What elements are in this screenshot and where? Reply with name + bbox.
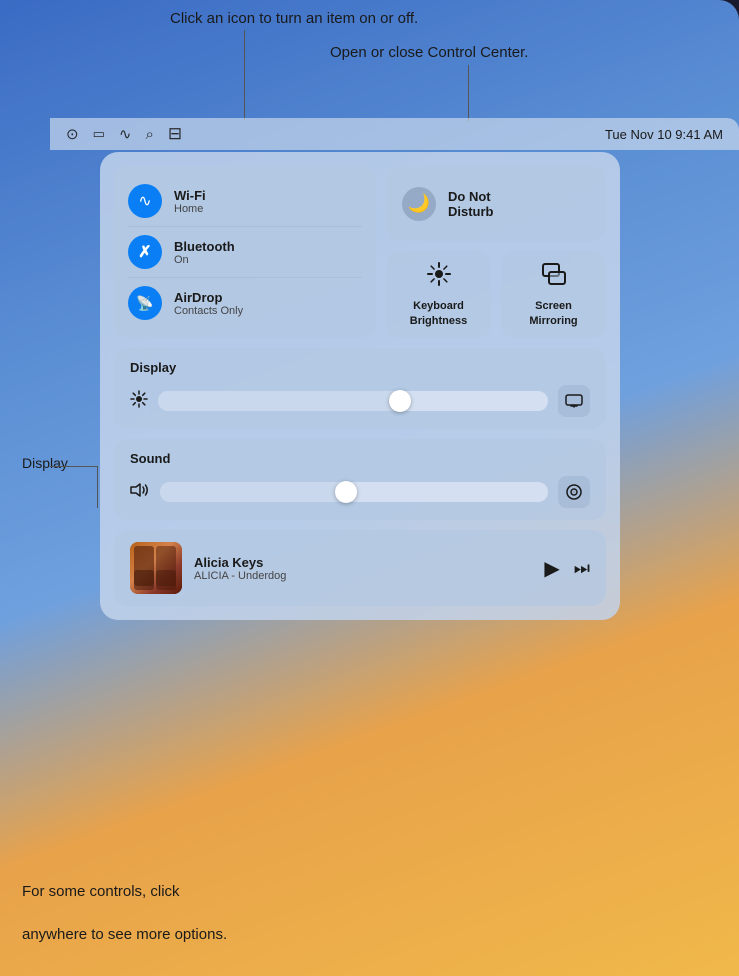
airdrop-subtitle: Contacts Only (174, 305, 243, 317)
right-toggles: 🌙 Do NotDisturb (386, 166, 606, 338)
display-title: Display (130, 360, 590, 375)
sound-slider-track[interactable] (160, 482, 548, 502)
screen-mirroring-icon (541, 261, 567, 293)
album-art (130, 542, 182, 594)
annotation-line-display-h (50, 466, 97, 467)
display-slider-row (130, 385, 590, 417)
wifi-icon-circle: ∿ (128, 184, 162, 218)
screen-mirroring-toggle[interactable]: Screen Mirroring (501, 251, 606, 338)
now-playing-info: Alicia Keys ALICIA - Underdog (194, 555, 532, 582)
display-slider-fill (158, 391, 400, 411)
wifi-icon: ∿ (138, 191, 151, 211)
top-section: ∿ Wi-Fi Home ✗ Bluetooth On (114, 166, 606, 338)
wifi-text: Wi-Fi Home (174, 188, 206, 215)
volume-icon (130, 482, 150, 503)
bluetooth-icon: ✗ (138, 242, 151, 262)
now-playing-title: Alicia Keys (194, 555, 532, 570)
sound-slider-thumb[interactable] (335, 481, 357, 503)
display-end-icon[interactable] (558, 385, 590, 417)
annotation-line-display-v (97, 466, 98, 508)
airplay-icon[interactable] (558, 476, 590, 508)
annotation-display: Display (22, 453, 68, 474)
airdrop-item[interactable]: 📡 AirDrop Contacts Only (128, 278, 362, 328)
bluetooth-title: Bluetooth (174, 239, 235, 254)
battery-icon[interactable]: ▭ (93, 126, 105, 142)
bluetooth-icon-circle: ✗ (128, 235, 162, 269)
airdrop-icon: 📡 (136, 295, 153, 312)
bluetooth-subtitle: On (174, 254, 235, 266)
keyboard-brightness-icon (426, 261, 452, 293)
airdrop-title: AirDrop (174, 290, 243, 305)
annotation-bottom-left: For some controls, click anywhere to see… (22, 881, 227, 926)
wifi-title: Wi-Fi (174, 188, 206, 203)
skip-forward-button[interactable]: ⏭ (574, 558, 590, 579)
control-center-panel: ∿ Wi-Fi Home ✗ Bluetooth On (100, 152, 620, 620)
play-button[interactable]: ▶ (544, 556, 559, 581)
annotation-top-right: Open or close Control Center. (330, 42, 528, 65)
small-toggles: Keyboard Brightness Screen Mirroring (386, 251, 606, 338)
annotation-line-icon (244, 30, 245, 120)
bluetooth-item[interactable]: ✗ Bluetooth On (128, 227, 362, 278)
now-playing-section: Alicia Keys ALICIA - Underdog ▶ ⏭ (114, 530, 606, 606)
do-not-disturb-toggle[interactable]: 🌙 Do NotDisturb (386, 166, 606, 241)
sound-title: Sound (130, 451, 590, 466)
connectivity-panel: ∿ Wi-Fi Home ✗ Bluetooth On (114, 166, 376, 338)
keyboard-brightness-toggle[interactable]: Keyboard Brightness (386, 251, 491, 338)
brightness-icon (130, 390, 148, 413)
control-center-icon[interactable]: ⊟ (168, 124, 182, 144)
airdrop-icon-circle: 📡 (128, 286, 162, 320)
display-slider-thumb[interactable] (389, 390, 411, 412)
screen-mirroring-label: Screen Mirroring (511, 299, 596, 328)
wifi-menubar-icon[interactable]: ∿ (119, 125, 132, 143)
wifi-item[interactable]: ∿ Wi-Fi Home (128, 176, 362, 227)
annotation-bottom-line1: For some controls, click (22, 881, 227, 904)
airdrop-text: AirDrop Contacts Only (174, 290, 243, 317)
now-playing-subtitle: ALICIA - Underdog (194, 570, 532, 582)
display-section: Display (114, 348, 606, 429)
menubar-datetime: Tue Nov 10 9:41 AM (605, 127, 723, 142)
do-not-disturb-label: Do NotDisturb (448, 189, 494, 219)
playback-controls: ▶ ⏭ (544, 556, 590, 581)
annotation-line-cc (468, 65, 469, 122)
wifi-subtitle: Home (174, 203, 206, 215)
display-slider-track[interactable] (158, 391, 548, 411)
do-not-disturb-icon-circle: 🌙 (402, 187, 436, 221)
sound-section: Sound (114, 439, 606, 520)
annotation-top-center: Click an icon to turn an item on or off. (170, 8, 418, 31)
keyboard-brightness-label: Keyboard Brightness (396, 299, 481, 328)
annotation-bottom-line2: anywhere to see more options. (22, 924, 227, 947)
moon-icon: 🌙 (408, 193, 430, 214)
sound-slider-row (130, 476, 590, 508)
sound-slider-fill (160, 482, 346, 502)
now-playing-icon[interactable]: ⊙ (66, 125, 79, 143)
menubar: ⊙ ▭ ∿ ⌕ ⊟ Tue Nov 10 9:41 AM (50, 118, 739, 150)
spotlight-icon[interactable]: ⌕ (145, 126, 153, 143)
bluetooth-text: Bluetooth On (174, 239, 235, 266)
